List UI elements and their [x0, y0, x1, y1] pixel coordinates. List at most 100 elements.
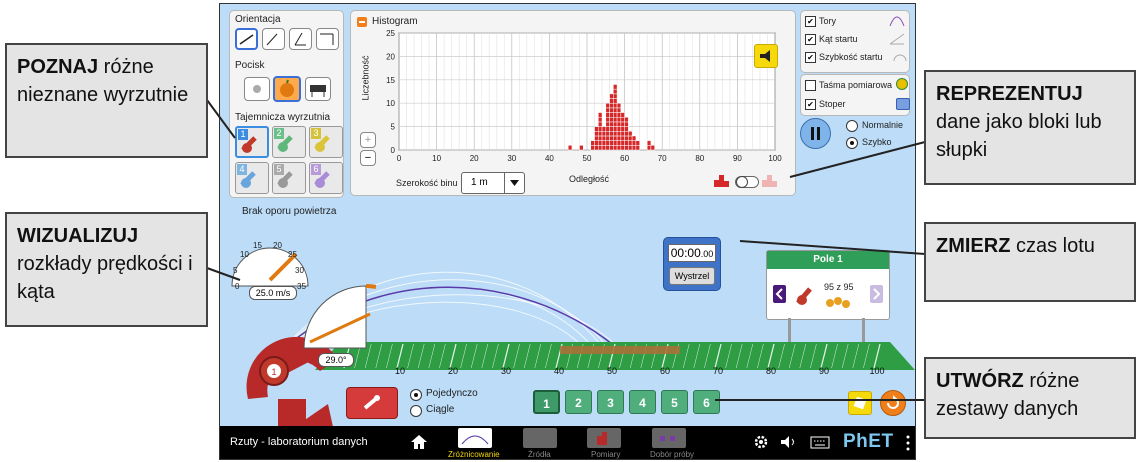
- launcher-panel: Orientacja Pocisk Tajemnicza wyrzutnia 1…: [229, 10, 344, 198]
- bin-width-value: 1 m: [471, 177, 488, 188]
- label-szybkosc: Szybkość startu: [819, 52, 883, 62]
- orientation-button-2[interactable]: [262, 28, 285, 50]
- radio-single[interactable]: [410, 389, 422, 401]
- histogram-block: [613, 84, 618, 90]
- projectile-pumpkin-button[interactable]: [273, 76, 301, 102]
- histogram-block: [609, 107, 614, 113]
- dataset-button-1[interactable]: 1: [533, 390, 560, 414]
- mystery-launcher-number: 3: [311, 128, 321, 139]
- histogram-block: [605, 107, 610, 113]
- callout-reprezentuj-bold: REPREZENTUJ: [936, 83, 1083, 105]
- air-resistance-label: Brak oporu powietrza: [242, 206, 337, 217]
- gear-icon[interactable]: [753, 434, 769, 455]
- histogram-block: [579, 145, 584, 151]
- mystery-launcher-number: 5: [274, 164, 284, 175]
- radio-normal[interactable]: [846, 120, 858, 132]
- histogram-block: [609, 112, 614, 118]
- phet-logo[interactable]: PhET: [843, 431, 894, 453]
- mystery-launcher-3[interactable]: 3: [309, 126, 343, 158]
- histogram-block: [609, 116, 614, 123]
- dataset-button-3[interactable]: 3: [597, 390, 624, 414]
- checkbox-kat[interactable]: ✔: [805, 34, 816, 45]
- pause-button[interactable]: [800, 118, 831, 149]
- tab-zrodla-label: Źródła: [528, 450, 551, 459]
- ruler-label: 30: [500, 366, 512, 376]
- histogram-block: [616, 121, 622, 127]
- sonify-button[interactable]: [754, 44, 778, 68]
- mystery-launcher-6[interactable]: 6: [309, 162, 343, 194]
- histogram-block: [616, 145, 622, 151]
- histogram-block: [624, 135, 629, 141]
- bin-width-label: Szerokość binu: [396, 178, 458, 188]
- histogram-block: [594, 145, 599, 151]
- histogram-block: [613, 135, 618, 141]
- histogram-panel: Histogram Liczebność + − 0 10 20 30 40 50 60 70…: [350, 10, 796, 196]
- menu-icon[interactable]: [906, 434, 910, 451]
- x-tick-label: 100: [768, 154, 782, 163]
- histogram-block: [613, 102, 618, 109]
- projectile-piano-button[interactable]: [305, 77, 331, 101]
- bin-width-select[interactable]: 1 m: [461, 172, 525, 194]
- ruler-label: 40: [553, 366, 565, 376]
- histogram-block: [628, 131, 633, 137]
- histogram-block: [605, 102, 610, 109]
- orientation-button-4[interactable]: [316, 28, 339, 50]
- dataset-button-5[interactable]: 5: [661, 390, 688, 414]
- projectile-cannonball-button[interactable]: [244, 77, 270, 101]
- mystery-launcher-1[interactable]: 1: [235, 126, 269, 158]
- histogram-block: [598, 135, 603, 141]
- tab-zrodla[interactable]: [523, 428, 557, 448]
- histogram-block: [620, 121, 625, 127]
- histogram-block: [594, 135, 599, 141]
- histogram-block: [601, 145, 607, 151]
- y-tick-label: 15: [386, 76, 395, 85]
- histogram-block: [594, 131, 599, 137]
- histogram-block: [616, 131, 622, 137]
- reset-button[interactable]: [880, 390, 906, 416]
- x-tick-label: 20: [470, 154, 479, 163]
- radio-fast[interactable]: [846, 137, 858, 149]
- dataset-button-6[interactable]: 6: [693, 390, 720, 414]
- tab-zroznicowanie[interactable]: [458, 428, 492, 448]
- histogram-block: [620, 131, 625, 137]
- histogram-block: [616, 112, 622, 118]
- orientation-button-1[interactable]: [235, 28, 258, 50]
- speed-tick-0: 0: [235, 282, 240, 291]
- tools-panel: Taśma pomiarowa ✔ Stoper: [800, 74, 910, 116]
- label-normal: Normalnie: [862, 120, 904, 130]
- fire-button[interactable]: [346, 387, 398, 419]
- speaker-icon[interactable]: [779, 434, 799, 455]
- chevron-down-icon: [504, 173, 524, 193]
- y-tick-label: 5: [391, 123, 396, 132]
- checkbox-szybkosc[interactable]: ✔: [805, 52, 816, 63]
- erase-button[interactable]: [848, 391, 872, 415]
- histogram-block: [613, 131, 618, 137]
- mystery-launcher-number: 2: [274, 128, 284, 139]
- histogram-block: [613, 88, 618, 95]
- bars-blocks-toggle[interactable]: [735, 176, 759, 188]
- checkbox-tory[interactable]: ✔: [805, 16, 816, 27]
- label-tory: Tory: [819, 16, 837, 26]
- x-tick-label: 80: [695, 154, 704, 163]
- radio-continuous[interactable]: [410, 405, 422, 417]
- histogram-block: [613, 93, 618, 99]
- histogram-block: [616, 116, 622, 123]
- histogram-xlabel: Odległość: [569, 174, 610, 184]
- histogram-chart: 0 10 20 30 40 50 60 70 80 90 100 0 5 10 15 20 25: [386, 29, 782, 163]
- dataset-button-2[interactable]: 2: [565, 390, 592, 414]
- histogram-block: [594, 140, 599, 146]
- histogram-block: [646, 145, 652, 151]
- mystery-launcher-5[interactable]: 5: [272, 162, 306, 194]
- mystery-launcher-2[interactable]: 2: [272, 126, 306, 158]
- orientation-button-3[interactable]: [289, 28, 312, 50]
- home-icon[interactable]: [409, 433, 429, 456]
- checkbox-tasma[interactable]: [805, 80, 816, 91]
- tab-dobor-proby[interactable]: [652, 428, 686, 448]
- mystery-launcher-4[interactable]: 4: [235, 162, 269, 194]
- checkbox-stoper[interactable]: ✔: [805, 99, 816, 110]
- tab-pomiary[interactable]: [587, 428, 621, 448]
- dataset-button-4[interactable]: 4: [629, 390, 656, 414]
- histogram-block: [616, 107, 622, 113]
- keyboard-icon[interactable]: [810, 435, 830, 454]
- histogram-block: [601, 140, 607, 146]
